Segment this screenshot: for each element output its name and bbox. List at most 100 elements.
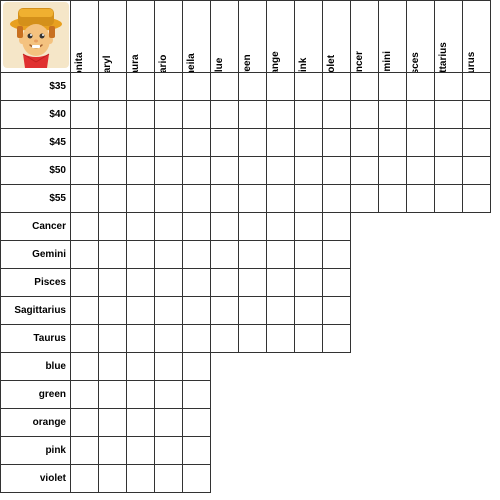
- grid-cell[interactable]: [155, 101, 183, 129]
- grid-cell[interactable]: [435, 157, 463, 185]
- grid-cell[interactable]: [351, 101, 379, 129]
- grid-cell[interactable]: [155, 409, 183, 437]
- grid-cell[interactable]: [183, 353, 211, 381]
- grid-cell[interactable]: [71, 129, 99, 157]
- grid-cell[interactable]: [407, 101, 435, 129]
- grid-cell[interactable]: [99, 325, 127, 353]
- grid-cell[interactable]: [99, 73, 127, 101]
- grid-cell[interactable]: [183, 101, 211, 129]
- grid-cell[interactable]: [99, 101, 127, 129]
- grid-cell[interactable]: [99, 157, 127, 185]
- grid-cell[interactable]: [127, 129, 155, 157]
- grid-cell[interactable]: [295, 241, 323, 269]
- grid-cell[interactable]: [267, 241, 295, 269]
- grid-cell[interactable]: [71, 381, 99, 409]
- grid-cell[interactable]: [239, 325, 267, 353]
- grid-cell[interactable]: [267, 213, 295, 241]
- grid-cell[interactable]: [323, 73, 351, 101]
- grid-cell[interactable]: [183, 129, 211, 157]
- grid-cell[interactable]: [267, 129, 295, 157]
- grid-cell[interactable]: [99, 437, 127, 465]
- grid-cell[interactable]: [295, 185, 323, 213]
- grid-cell[interactable]: [323, 129, 351, 157]
- grid-cell[interactable]: [71, 325, 99, 353]
- grid-cell[interactable]: [211, 185, 239, 213]
- grid-cell[interactable]: [155, 325, 183, 353]
- grid-cell[interactable]: [323, 213, 351, 241]
- grid-cell[interactable]: [155, 185, 183, 213]
- grid-cell[interactable]: [127, 353, 155, 381]
- grid-cell[interactable]: [99, 297, 127, 325]
- grid-cell[interactable]: [323, 297, 351, 325]
- grid-cell[interactable]: [127, 73, 155, 101]
- grid-cell[interactable]: [463, 157, 491, 185]
- grid-cell[interactable]: [211, 297, 239, 325]
- grid-cell[interactable]: [127, 213, 155, 241]
- grid-cell[interactable]: [71, 269, 99, 297]
- grid-cell[interactable]: [155, 381, 183, 409]
- grid-cell[interactable]: [211, 241, 239, 269]
- grid-cell[interactable]: [239, 213, 267, 241]
- grid-cell[interactable]: [379, 129, 407, 157]
- grid-cell[interactable]: [155, 297, 183, 325]
- grid-cell[interactable]: [99, 409, 127, 437]
- grid-cell[interactable]: [127, 465, 155, 493]
- grid-cell[interactable]: [295, 269, 323, 297]
- grid-cell[interactable]: [127, 381, 155, 409]
- grid-cell[interactable]: [435, 185, 463, 213]
- grid-cell[interactable]: [239, 269, 267, 297]
- grid-cell[interactable]: [239, 101, 267, 129]
- grid-cell[interactable]: [183, 381, 211, 409]
- grid-cell[interactable]: [463, 73, 491, 101]
- grid-cell[interactable]: [71, 297, 99, 325]
- grid-cell[interactable]: [295, 129, 323, 157]
- grid-cell[interactable]: [71, 353, 99, 381]
- grid-cell[interactable]: [211, 129, 239, 157]
- grid-cell[interactable]: [379, 101, 407, 129]
- grid-cell[interactable]: [239, 241, 267, 269]
- grid-cell[interactable]: [127, 185, 155, 213]
- grid-cell[interactable]: [183, 73, 211, 101]
- grid-cell[interactable]: [99, 465, 127, 493]
- grid-cell[interactable]: [323, 241, 351, 269]
- grid-cell[interactable]: [183, 325, 211, 353]
- grid-cell[interactable]: [295, 297, 323, 325]
- grid-cell[interactable]: [183, 297, 211, 325]
- grid-cell[interactable]: [155, 241, 183, 269]
- grid-cell[interactable]: [127, 269, 155, 297]
- grid-cell[interactable]: [155, 353, 183, 381]
- grid-cell[interactable]: [71, 185, 99, 213]
- grid-cell[interactable]: [127, 297, 155, 325]
- grid-cell[interactable]: [71, 437, 99, 465]
- grid-cell[interactable]: [99, 353, 127, 381]
- grid-cell[interactable]: [351, 73, 379, 101]
- grid-cell[interactable]: [323, 101, 351, 129]
- grid-cell[interactable]: [267, 73, 295, 101]
- grid-cell[interactable]: [267, 101, 295, 129]
- grid-cell[interactable]: [183, 185, 211, 213]
- grid-cell[interactable]: [351, 129, 379, 157]
- grid-cell[interactable]: [435, 101, 463, 129]
- grid-cell[interactable]: [183, 269, 211, 297]
- grid-cell[interactable]: [211, 101, 239, 129]
- grid-cell[interactable]: [239, 129, 267, 157]
- grid-cell[interactable]: [183, 213, 211, 241]
- grid-cell[interactable]: [323, 269, 351, 297]
- grid-cell[interactable]: [211, 213, 239, 241]
- grid-cell[interactable]: [71, 101, 99, 129]
- grid-cell[interactable]: [99, 129, 127, 157]
- grid-cell[interactable]: [407, 73, 435, 101]
- grid-cell[interactable]: [379, 157, 407, 185]
- grid-cell[interactable]: [267, 185, 295, 213]
- grid-cell[interactable]: [463, 129, 491, 157]
- grid-cell[interactable]: [71, 465, 99, 493]
- grid-cell[interactable]: [155, 73, 183, 101]
- grid-cell[interactable]: [239, 73, 267, 101]
- grid-cell[interactable]: [183, 241, 211, 269]
- grid-cell[interactable]: [71, 409, 99, 437]
- grid-cell[interactable]: [351, 185, 379, 213]
- grid-cell[interactable]: [183, 437, 211, 465]
- grid-cell[interactable]: [407, 129, 435, 157]
- grid-cell[interactable]: [71, 73, 99, 101]
- grid-cell[interactable]: [127, 241, 155, 269]
